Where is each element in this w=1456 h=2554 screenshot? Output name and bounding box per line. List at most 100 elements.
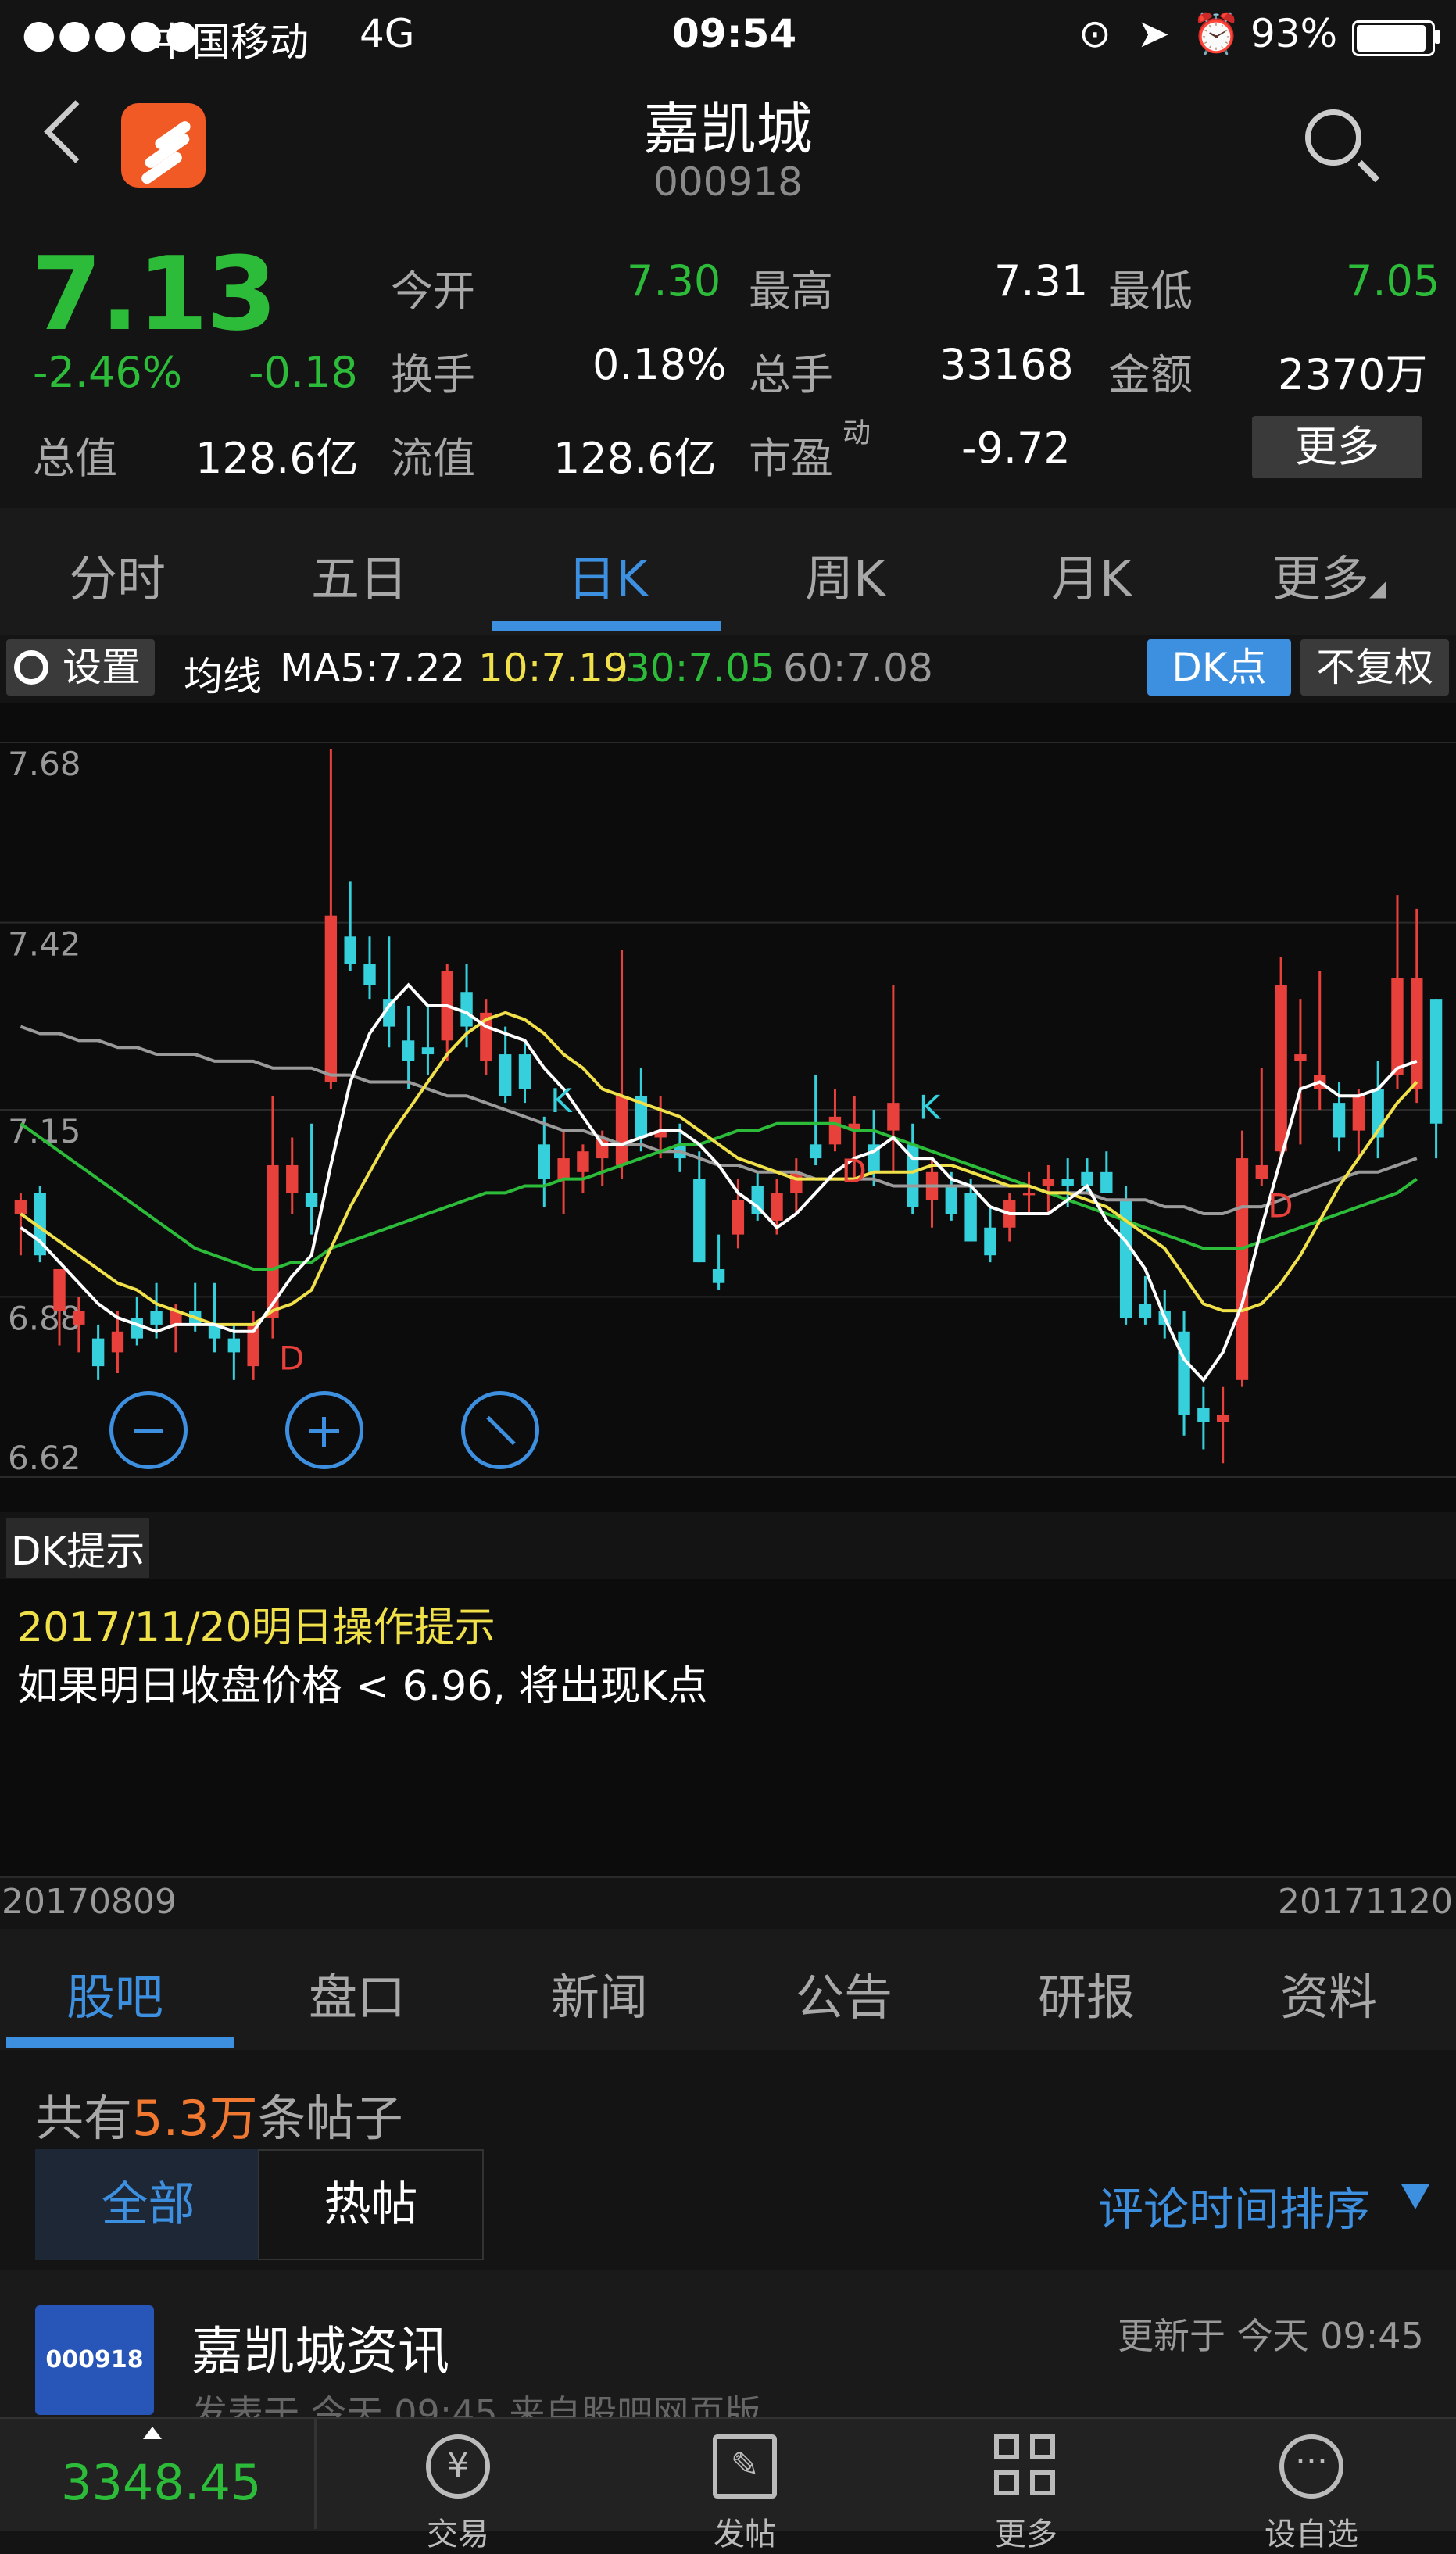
tab-weekly-k[interactable]: 周K bbox=[805, 539, 885, 610]
candle-body bbox=[712, 1268, 725, 1283]
dk-point-button[interactable]: DK点 bbox=[1147, 639, 1291, 696]
k-point-marker: K bbox=[919, 1089, 942, 1127]
post-title[interactable]: 嘉凯城资讯 bbox=[191, 2309, 449, 2384]
edit-icon[interactable]: ✎ bbox=[713, 2434, 777, 2499]
candle-body bbox=[1139, 1304, 1152, 1318]
y-tick-label: 6.62 bbox=[8, 1439, 81, 1477]
candle-body bbox=[1429, 999, 1443, 1124]
chevron-down-icon: ◢ bbox=[1369, 575, 1386, 601]
adjust-mode-button[interactable]: 不复权 bbox=[1300, 639, 1449, 696]
trade-icon[interactable]: ¥ bbox=[426, 2434, 490, 2499]
search-icon[interactable] bbox=[1305, 109, 1361, 166]
tab-monthly-k[interactable]: 月K bbox=[1051, 539, 1132, 610]
date-axis bbox=[0, 1876, 1456, 1929]
ma60-line bbox=[20, 1025, 1418, 1216]
tab-daily-k[interactable]: 日K bbox=[567, 539, 648, 610]
volume-label: 总手 bbox=[749, 350, 833, 399]
y-tick-label: 7.42 bbox=[8, 925, 81, 964]
candle-body bbox=[771, 1193, 783, 1221]
nav-watchlist-label[interactable]: 设自选 bbox=[1233, 2509, 1390, 2554]
tab-more-label: 更多 bbox=[1272, 550, 1370, 607]
candle-body bbox=[363, 964, 376, 985]
pe-label: 市盈 bbox=[749, 434, 833, 483]
kline-chart[interactable]: 7.68 7.42 7.15 6.88 6.62 D K D K D bbox=[0, 703, 1456, 1512]
y-tick-label: 7.68 bbox=[8, 745, 81, 783]
amount-label: 金额 bbox=[1108, 350, 1193, 399]
kline-svg: 7.68 7.42 7.15 6.88 6.62 D K D K D bbox=[0, 742, 1456, 1478]
candle-body bbox=[150, 1311, 163, 1325]
turnover-label: 换手 bbox=[391, 350, 475, 399]
tab-five-day[interactable]: 五日 bbox=[311, 539, 408, 610]
candle-body bbox=[964, 1193, 977, 1242]
tab-more[interactable]: 更多◢ bbox=[1272, 539, 1386, 610]
settings-label: 设置 bbox=[63, 645, 141, 690]
candle-body bbox=[14, 1200, 27, 1214]
rotation-lock-icon: ⊙ bbox=[1079, 11, 1111, 56]
tab-intraday[interactable]: 分时 bbox=[69, 539, 166, 610]
candle-body bbox=[828, 1116, 842, 1145]
candle-body bbox=[1042, 1179, 1055, 1186]
nav-trade-label[interactable]: 交易 bbox=[380, 2509, 536, 2554]
candle-body bbox=[1022, 1193, 1036, 1196]
tab-research[interactable]: 研报 bbox=[1038, 1958, 1135, 2028]
mcap-label: 总值 bbox=[33, 434, 117, 483]
period-tabs bbox=[0, 508, 1456, 635]
tab-orderbook[interactable]: 盘口 bbox=[309, 1958, 406, 2028]
float-label: 流值 bbox=[391, 434, 475, 483]
more-quote-button[interactable]: 更多 bbox=[1252, 416, 1422, 478]
candle-body bbox=[887, 1103, 900, 1131]
ma5-value: MA5:7.22 bbox=[280, 646, 466, 691]
candle-body bbox=[984, 1227, 996, 1256]
post-thumbnail: 000918 bbox=[35, 2305, 154, 2415]
sort-dropdown[interactable]: 评论时间排序 bbox=[1098, 2173, 1370, 2238]
candle-body bbox=[1333, 1103, 1346, 1138]
candle-body bbox=[1391, 978, 1404, 1075]
low-label: 最低 bbox=[1108, 266, 1193, 316]
d-point-marker: D bbox=[279, 1340, 304, 1378]
dk-tip-header bbox=[0, 1512, 1456, 1579]
stock-code: 000918 bbox=[653, 159, 803, 205]
candle-body bbox=[557, 1158, 570, 1179]
high-value: 7.31 bbox=[994, 256, 1089, 306]
ma10-value: 10:7.19 bbox=[478, 646, 628, 691]
zoom-out-button[interactable] bbox=[109, 1391, 188, 1469]
current-price: 7.13 bbox=[31, 234, 277, 353]
change-percent: -2.46% bbox=[33, 348, 183, 397]
pe-superscript: 动 bbox=[842, 417, 871, 449]
candle-body bbox=[1216, 1415, 1229, 1422]
d-point-marker: D bbox=[841, 1152, 866, 1190]
candle-body bbox=[1294, 1054, 1307, 1061]
tab-profile[interactable]: 资料 bbox=[1280, 1958, 1377, 2028]
battery-percent: 93% bbox=[1250, 11, 1338, 56]
nav-more-label[interactable]: 更多 bbox=[948, 2509, 1104, 2554]
tab-announcements[interactable]: 公告 bbox=[796, 1958, 893, 2028]
candle-body bbox=[91, 1338, 105, 1367]
high-label: 最高 bbox=[749, 266, 833, 316]
status-time: 09:54 bbox=[672, 11, 797, 56]
zoom-in-button[interactable] bbox=[285, 1391, 363, 1469]
fullscreen-button[interactable] bbox=[461, 1391, 539, 1469]
filter-hot-button[interactable]: 热帖 bbox=[258, 2149, 484, 2260]
battery-tip bbox=[1435, 30, 1440, 44]
post-count-number: 5.3万 bbox=[132, 2090, 258, 2147]
dk-tip-title: DK提示 bbox=[6, 1518, 150, 1578]
tab-news[interactable]: 新闻 bbox=[551, 1958, 648, 2028]
nav-post-label[interactable]: 发帖 bbox=[667, 2509, 823, 2554]
candle-body bbox=[499, 1054, 512, 1096]
more-dots-icon[interactable]: ··· bbox=[1279, 2434, 1343, 2499]
candle-body bbox=[1061, 1179, 1074, 1186]
candle-body bbox=[286, 1164, 299, 1193]
candle-body bbox=[1178, 1331, 1190, 1415]
index-value[interactable]: 3348.45 bbox=[61, 2454, 261, 2511]
candle-body bbox=[538, 1144, 550, 1179]
grid-icon[interactable] bbox=[994, 2434, 1058, 2499]
change-amount: -0.18 bbox=[249, 348, 358, 397]
nav-divider bbox=[314, 2417, 317, 2529]
expand-icon bbox=[486, 1415, 516, 1446]
candle-body bbox=[324, 915, 338, 1082]
tab-forum[interactable]: 股吧 bbox=[66, 1958, 163, 2028]
sort-arrow-icon[interactable] bbox=[1401, 2184, 1429, 2209]
filter-all-button[interactable]: 全部 bbox=[35, 2149, 261, 2260]
open-label: 今开 bbox=[391, 266, 475, 316]
plus-icon-v bbox=[322, 1417, 326, 1447]
